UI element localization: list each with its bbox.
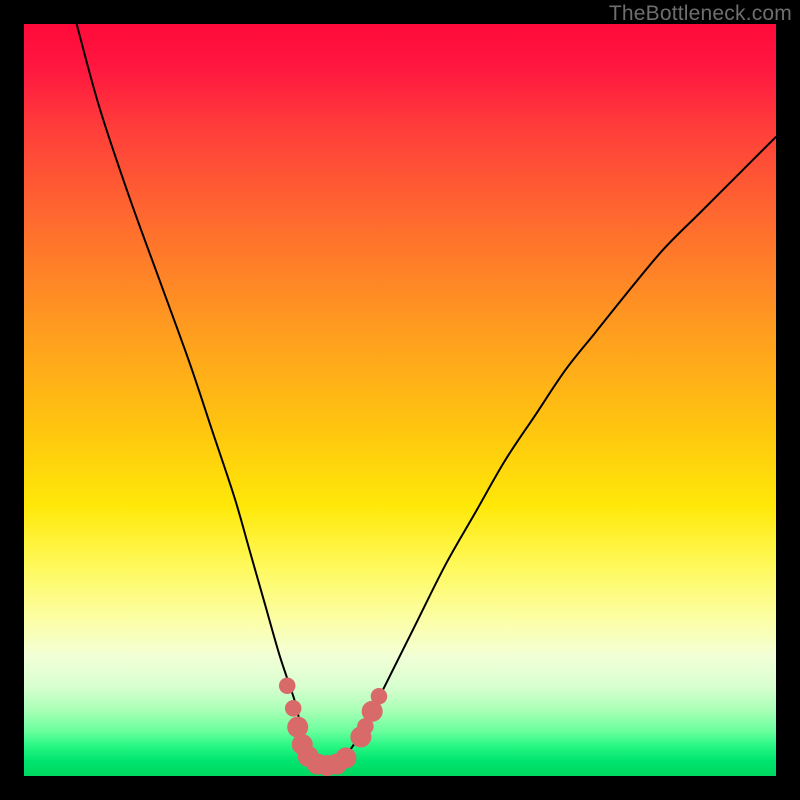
plot-area [24,24,776,776]
chart-frame: TheBottleneck.com [0,0,800,800]
data-marker [335,747,356,768]
data-marker [285,700,302,717]
data-marker [371,688,388,705]
bottleneck-curve [77,24,776,766]
marker-group [279,677,387,776]
chart-svg [24,24,776,776]
data-marker [279,677,296,694]
watermark-text: TheBottleneck.com [609,2,792,26]
